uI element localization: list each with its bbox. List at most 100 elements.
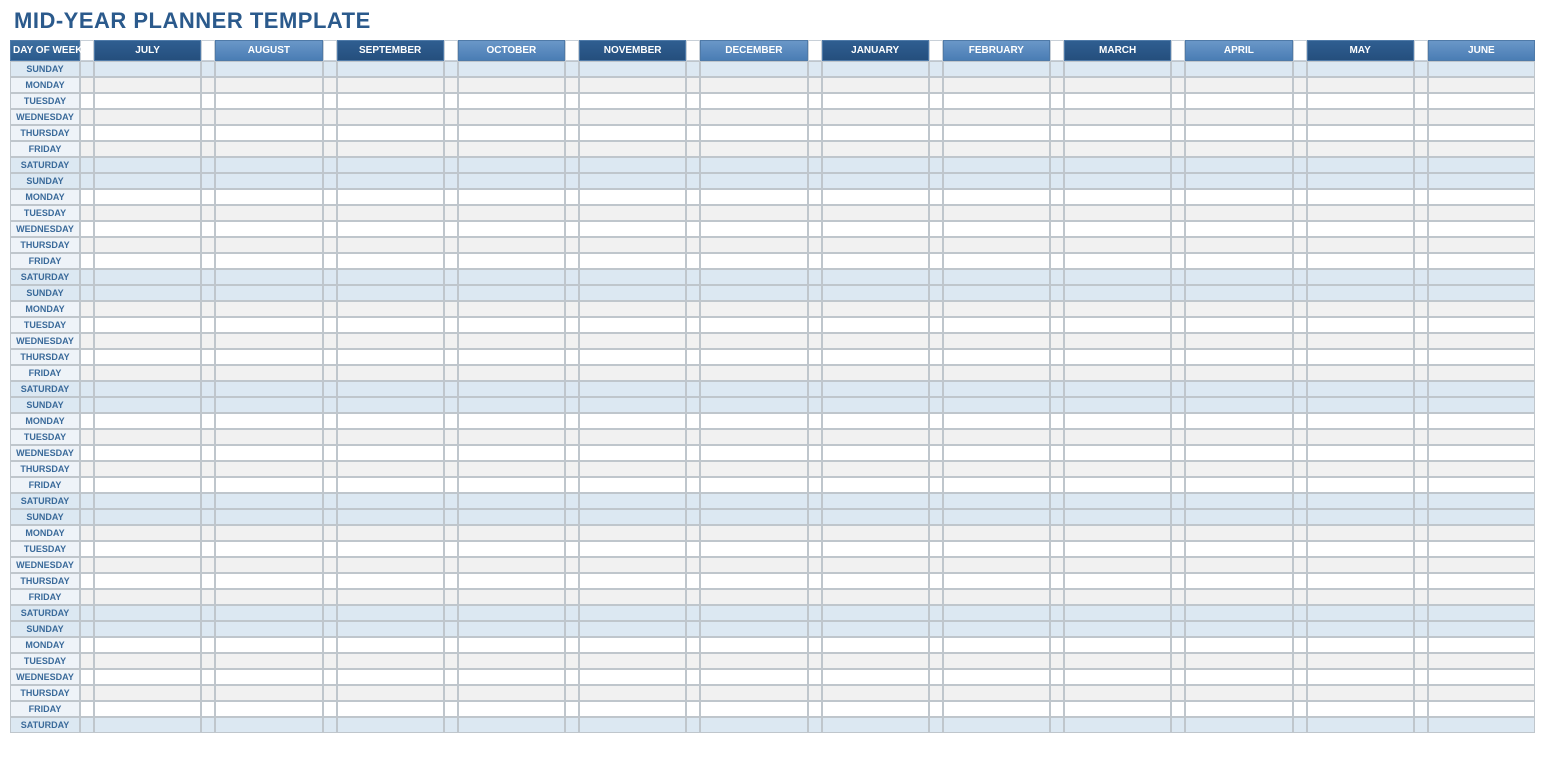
- planner-cell[interactable]: [822, 653, 929, 669]
- planner-cell[interactable]: [215, 157, 322, 173]
- planner-cell[interactable]: [700, 445, 807, 461]
- planner-cell[interactable]: [215, 125, 322, 141]
- planner-cell[interactable]: [1428, 717, 1535, 733]
- planner-cell[interactable]: [1185, 445, 1292, 461]
- planner-cell[interactable]: [943, 221, 1050, 237]
- planner-cell[interactable]: [943, 413, 1050, 429]
- planner-cell[interactable]: [1428, 381, 1535, 397]
- planner-cell[interactable]: [700, 605, 807, 621]
- planner-cell[interactable]: [822, 461, 929, 477]
- planner-cell[interactable]: [1428, 333, 1535, 349]
- planner-cell[interactable]: [700, 301, 807, 317]
- planner-cell[interactable]: [943, 237, 1050, 253]
- planner-cell[interactable]: [337, 285, 444, 301]
- planner-cell[interactable]: [943, 509, 1050, 525]
- planner-cell[interactable]: [94, 221, 201, 237]
- planner-cell[interactable]: [1185, 189, 1292, 205]
- planner-cell[interactable]: [94, 253, 201, 269]
- planner-cell[interactable]: [700, 333, 807, 349]
- planner-cell[interactable]: [700, 157, 807, 173]
- planner-cell[interactable]: [94, 125, 201, 141]
- planner-cell[interactable]: [579, 445, 686, 461]
- planner-cell[interactable]: [458, 333, 565, 349]
- planner-cell[interactable]: [215, 493, 322, 509]
- planner-cell[interactable]: [1185, 173, 1292, 189]
- planner-cell[interactable]: [458, 77, 565, 93]
- planner-cell[interactable]: [1307, 125, 1414, 141]
- planner-cell[interactable]: [1307, 77, 1414, 93]
- planner-cell[interactable]: [1064, 589, 1171, 605]
- planner-cell[interactable]: [215, 397, 322, 413]
- planner-cell[interactable]: [94, 445, 201, 461]
- planner-cell[interactable]: [943, 109, 1050, 125]
- planner-cell[interactable]: [943, 429, 1050, 445]
- planner-cell[interactable]: [458, 701, 565, 717]
- planner-cell[interactable]: [94, 381, 201, 397]
- planner-cell[interactable]: [700, 317, 807, 333]
- planner-cell[interactable]: [1185, 221, 1292, 237]
- planner-cell[interactable]: [579, 381, 686, 397]
- planner-cell[interactable]: [94, 301, 201, 317]
- planner-cell[interactable]: [1307, 381, 1414, 397]
- planner-cell[interactable]: [943, 653, 1050, 669]
- planner-cell[interactable]: [579, 717, 686, 733]
- planner-cell[interactable]: [337, 237, 444, 253]
- planner-cell[interactable]: [1428, 701, 1535, 717]
- planner-cell[interactable]: [1307, 477, 1414, 493]
- planner-cell[interactable]: [579, 125, 686, 141]
- planner-cell[interactable]: [1428, 685, 1535, 701]
- planner-cell[interactable]: [822, 125, 929, 141]
- planner-cell[interactable]: [943, 333, 1050, 349]
- planner-cell[interactable]: [215, 301, 322, 317]
- planner-cell[interactable]: [1307, 653, 1414, 669]
- planner-cell[interactable]: [337, 61, 444, 77]
- planner-cell[interactable]: [94, 269, 201, 285]
- planner-cell[interactable]: [1064, 621, 1171, 637]
- planner-cell[interactable]: [337, 109, 444, 125]
- planner-cell[interactable]: [579, 653, 686, 669]
- planner-cell[interactable]: [458, 509, 565, 525]
- planner-cell[interactable]: [579, 557, 686, 573]
- planner-cell[interactable]: [1428, 525, 1535, 541]
- planner-cell[interactable]: [700, 637, 807, 653]
- planner-cell[interactable]: [943, 381, 1050, 397]
- planner-cell[interactable]: [579, 205, 686, 221]
- planner-cell[interactable]: [1064, 653, 1171, 669]
- planner-cell[interactable]: [337, 365, 444, 381]
- planner-cell[interactable]: [1307, 269, 1414, 285]
- planner-cell[interactable]: [1428, 589, 1535, 605]
- planner-cell[interactable]: [822, 205, 929, 221]
- planner-cell[interactable]: [943, 669, 1050, 685]
- planner-cell[interactable]: [943, 285, 1050, 301]
- planner-cell[interactable]: [1064, 557, 1171, 573]
- planner-cell[interactable]: [94, 669, 201, 685]
- planner-cell[interactable]: [458, 717, 565, 733]
- planner-cell[interactable]: [458, 653, 565, 669]
- planner-cell[interactable]: [943, 93, 1050, 109]
- planner-cell[interactable]: [943, 493, 1050, 509]
- planner-cell[interactable]: [215, 109, 322, 125]
- planner-cell[interactable]: [1185, 541, 1292, 557]
- planner-cell[interactable]: [215, 333, 322, 349]
- planner-cell[interactable]: [337, 669, 444, 685]
- planner-cell[interactable]: [94, 157, 201, 173]
- planner-cell[interactable]: [458, 61, 565, 77]
- planner-cell[interactable]: [700, 285, 807, 301]
- planner-cell[interactable]: [579, 429, 686, 445]
- planner-cell[interactable]: [337, 685, 444, 701]
- planner-cell[interactable]: [337, 557, 444, 573]
- planner-cell[interactable]: [1428, 301, 1535, 317]
- planner-cell[interactable]: [1428, 317, 1535, 333]
- planner-cell[interactable]: [700, 61, 807, 77]
- planner-cell[interactable]: [579, 333, 686, 349]
- planner-cell[interactable]: [943, 189, 1050, 205]
- planner-cell[interactable]: [1428, 141, 1535, 157]
- planner-cell[interactable]: [822, 525, 929, 541]
- planner-cell[interactable]: [215, 173, 322, 189]
- planner-cell[interactable]: [943, 477, 1050, 493]
- planner-cell[interactable]: [1307, 589, 1414, 605]
- planner-cell[interactable]: [94, 317, 201, 333]
- planner-cell[interactable]: [700, 493, 807, 509]
- planner-cell[interactable]: [337, 397, 444, 413]
- planner-cell[interactable]: [822, 381, 929, 397]
